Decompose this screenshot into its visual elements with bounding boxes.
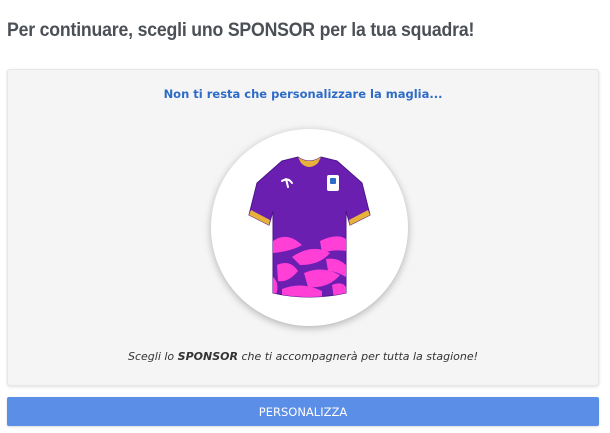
jersey-preview (211, 129, 408, 326)
card-heading: Non ti resta che personalizzare la magli… (163, 87, 443, 101)
card-caption: Scegli lo SPONSOR che ti accompagnerà pe… (8, 350, 598, 363)
caption-prefix: Scegli lo (127, 350, 178, 363)
personalize-button[interactable]: PERSONALIZZA (7, 397, 599, 426)
caption-sponsor: SPONSOR (177, 350, 238, 363)
caption-suffix: che ti accompagnerà per tutta la stagion… (237, 350, 478, 363)
page-title: Per continuare, scegli uno SPONSOR per l… (7, 20, 475, 41)
jersey-card: Non ti resta che personalizzare la magli… (7, 69, 599, 386)
sponsor-page: Per continuare, scegli uno SPONSOR per l… (0, 0, 610, 433)
jersey-icon (248, 156, 371, 298)
